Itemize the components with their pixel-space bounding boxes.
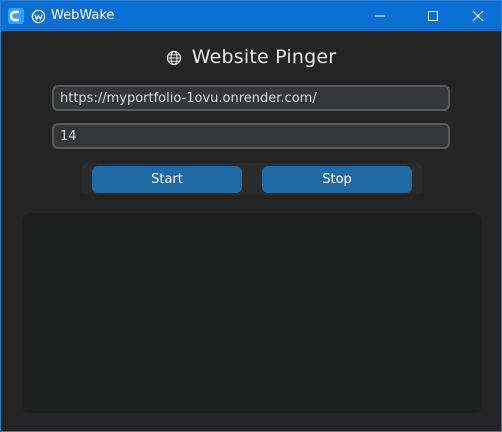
log-output[interactable]: [22, 213, 482, 413]
app-logo-icon: [8, 8, 24, 24]
minimize-icon: [375, 15, 385, 17]
page-header: Website Pinger: [2, 43, 500, 71]
button-row: Start Stop: [82, 163, 422, 194]
start-button[interactable]: Start: [92, 166, 242, 193]
maximize-button[interactable]: [414, 1, 452, 31]
globe-icon: [166, 50, 182, 66]
minimize-button[interactable]: [361, 1, 399, 31]
webwake-icon: [31, 9, 46, 24]
close-icon: [472, 10, 484, 22]
window-title: WebWake: [51, 8, 115, 23]
title-bar[interactable]: WebWake: [1, 1, 501, 31]
stop-button[interactable]: Stop: [262, 166, 412, 193]
page-title: Website Pinger: [191, 46, 337, 68]
url-input[interactable]: [52, 85, 450, 111]
close-button[interactable]: [459, 1, 497, 31]
main-content: Website Pinger Start Stop: [2, 31, 500, 430]
app-window: WebWake Website Pinger https://myportfol…: [0, 0, 502, 432]
interval-input[interactable]: [52, 123, 450, 149]
maximize-icon: [428, 11, 438, 21]
